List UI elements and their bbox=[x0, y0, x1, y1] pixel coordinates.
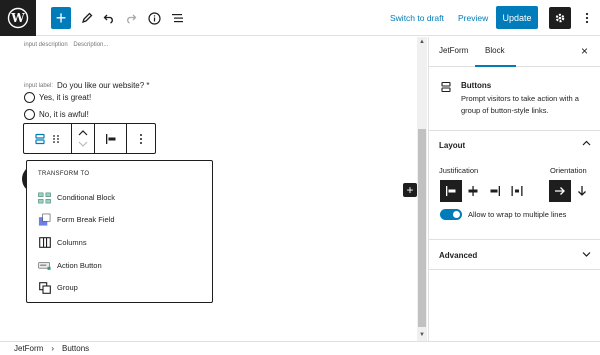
radio-option-label: No, it is awful! bbox=[39, 110, 89, 119]
radio-option[interactable]: No, it is awful! bbox=[24, 109, 89, 120]
scroll-thumb[interactable] bbox=[418, 129, 426, 327]
justify-center-button[interactable] bbox=[462, 180, 484, 202]
floating-inserter-button[interactable]: + bbox=[403, 183, 417, 197]
justify-center-icon bbox=[468, 186, 478, 196]
transform-item-form-break-field[interactable]: Form Break Field bbox=[38, 213, 115, 226]
block-toolbar bbox=[23, 123, 156, 154]
action-button-icon bbox=[38, 259, 51, 272]
more-vertical-icon bbox=[140, 133, 142, 144]
scroll-down-icon[interactable]: ▼ bbox=[419, 332, 425, 338]
chevron-up-icon[interactable] bbox=[78, 130, 88, 136]
orientation-vertical-button[interactable] bbox=[571, 180, 593, 202]
redo-icon[interactable] bbox=[120, 6, 142, 30]
buttons-block-icon[interactable] bbox=[35, 133, 45, 145]
radio-option[interactable]: Yes, it is great! bbox=[24, 92, 91, 103]
list-view-icon[interactable] bbox=[166, 6, 188, 30]
breadcrumb-separator-icon: › bbox=[51, 344, 55, 353]
justify-left-icon bbox=[446, 186, 456, 196]
transform-item-action-button[interactable]: Action Button bbox=[38, 259, 102, 272]
transform-item-label: Form Break Field bbox=[57, 215, 115, 224]
details-info-icon[interactable] bbox=[143, 6, 165, 30]
divider bbox=[429, 239, 600, 240]
pencil-tool-icon[interactable] bbox=[76, 6, 98, 30]
wordpress-logo-icon[interactable]: W bbox=[0, 0, 36, 36]
top-toolbar: W + Switch to draft Preview Update bbox=[0, 0, 600, 36]
transform-menu: TRANSFORM TO Conditional Block Form Brea… bbox=[26, 160, 213, 303]
block-switcher[interactable] bbox=[24, 124, 72, 153]
group-icon bbox=[38, 281, 51, 294]
justify-space-between-button[interactable] bbox=[506, 180, 528, 202]
move-block-controls[interactable] bbox=[72, 124, 95, 153]
justify-left-button[interactable] bbox=[440, 180, 462, 202]
description-label: input description bbox=[24, 42, 68, 48]
columns-icon bbox=[38, 236, 51, 249]
transform-title: TRANSFORM TO bbox=[38, 171, 90, 177]
transform-item-group[interactable]: Group bbox=[38, 281, 78, 294]
form-break-icon bbox=[38, 213, 51, 226]
advanced-panel-title[interactable]: Advanced bbox=[439, 251, 477, 260]
transform-item-label: Columns bbox=[57, 238, 87, 247]
layout-panel-title[interactable]: Layout bbox=[439, 141, 465, 150]
transform-item-columns[interactable]: Columns bbox=[38, 236, 87, 249]
wrap-toggle[interactable] bbox=[440, 209, 462, 220]
radio-circle-icon[interactable] bbox=[24, 109, 35, 120]
divider bbox=[429, 269, 600, 270]
justify-right-icon bbox=[490, 186, 500, 196]
drag-handle-icon[interactable] bbox=[52, 133, 60, 145]
transform-item-label: Conditional Block bbox=[57, 193, 115, 202]
radio-question[interactable]: Do you like our website? * bbox=[57, 81, 150, 90]
justify-right-button[interactable] bbox=[484, 180, 506, 202]
options-more-icon[interactable] bbox=[576, 6, 598, 30]
block-card-title: Buttons bbox=[461, 81, 492, 90]
undo-icon[interactable] bbox=[98, 6, 120, 30]
add-block-button[interactable]: + bbox=[51, 7, 71, 29]
editor-scrollbar[interactable]: ▲ ▼ bbox=[417, 37, 427, 341]
orientation-horizontal-button[interactable] bbox=[549, 180, 571, 202]
tab-jetform[interactable]: JetForm bbox=[439, 46, 468, 55]
divider bbox=[429, 130, 600, 131]
svg-text:W: W bbox=[10, 11, 25, 25]
justify-space-between-icon bbox=[511, 186, 523, 196]
tab-block[interactable]: Block bbox=[485, 46, 505, 55]
close-sidebar-icon[interactable]: × bbox=[581, 44, 588, 58]
toggle-knob bbox=[453, 211, 460, 218]
settings-gear-icon[interactable] bbox=[549, 7, 571, 29]
justify-left-button[interactable] bbox=[95, 124, 127, 153]
input-label-caption: input label: bbox=[24, 82, 54, 89]
wrap-toggle-label: Allow to wrap to multiple lines bbox=[468, 210, 567, 219]
active-tab-indicator bbox=[475, 65, 516, 67]
breadcrumb-item-jetform[interactable]: JetForm bbox=[14, 344, 43, 353]
update-button[interactable]: Update bbox=[496, 6, 538, 29]
conditional-block-icon bbox=[38, 191, 51, 204]
justification-label: Justification bbox=[439, 166, 479, 175]
scroll-up-icon[interactable]: ▲ bbox=[419, 39, 425, 45]
breadcrumb: JetForm › Buttons bbox=[0, 341, 600, 355]
radio-option-label: Yes, it is great! bbox=[39, 93, 92, 102]
switch-to-draft-button[interactable]: Switch to draft bbox=[390, 6, 444, 30]
arrow-right-icon bbox=[555, 187, 565, 195]
chevron-down-icon[interactable] bbox=[78, 141, 88, 147]
block-card-icon bbox=[441, 80, 451, 98]
justify-left-icon bbox=[105, 133, 115, 144]
preview-button[interactable]: Preview bbox=[458, 6, 488, 30]
breadcrumb-item-buttons[interactable]: Buttons bbox=[62, 344, 89, 353]
buttons-icon bbox=[441, 81, 451, 93]
radio-circle-icon[interactable] bbox=[24, 92, 35, 103]
transform-item-conditional-block[interactable]: Conditional Block bbox=[38, 191, 115, 204]
arrow-down-icon bbox=[578, 186, 586, 196]
settings-sidebar: JetForm Block × Buttons Prompt visitors … bbox=[428, 37, 600, 341]
sidebar-tabs: JetForm Block × bbox=[429, 37, 600, 67]
orientation-label: Orientation bbox=[550, 166, 587, 175]
block-options-button[interactable] bbox=[127, 124, 155, 153]
transform-item-label: Group bbox=[57, 283, 78, 292]
block-card-description: Prompt visitors to take action with a gr… bbox=[461, 94, 579, 115]
description-placeholder[interactable]: Description... bbox=[73, 42, 108, 48]
transform-item-label: Action Button bbox=[57, 261, 102, 270]
chevron-up-icon[interactable] bbox=[582, 139, 591, 148]
chevron-down-icon[interactable] bbox=[582, 250, 591, 259]
